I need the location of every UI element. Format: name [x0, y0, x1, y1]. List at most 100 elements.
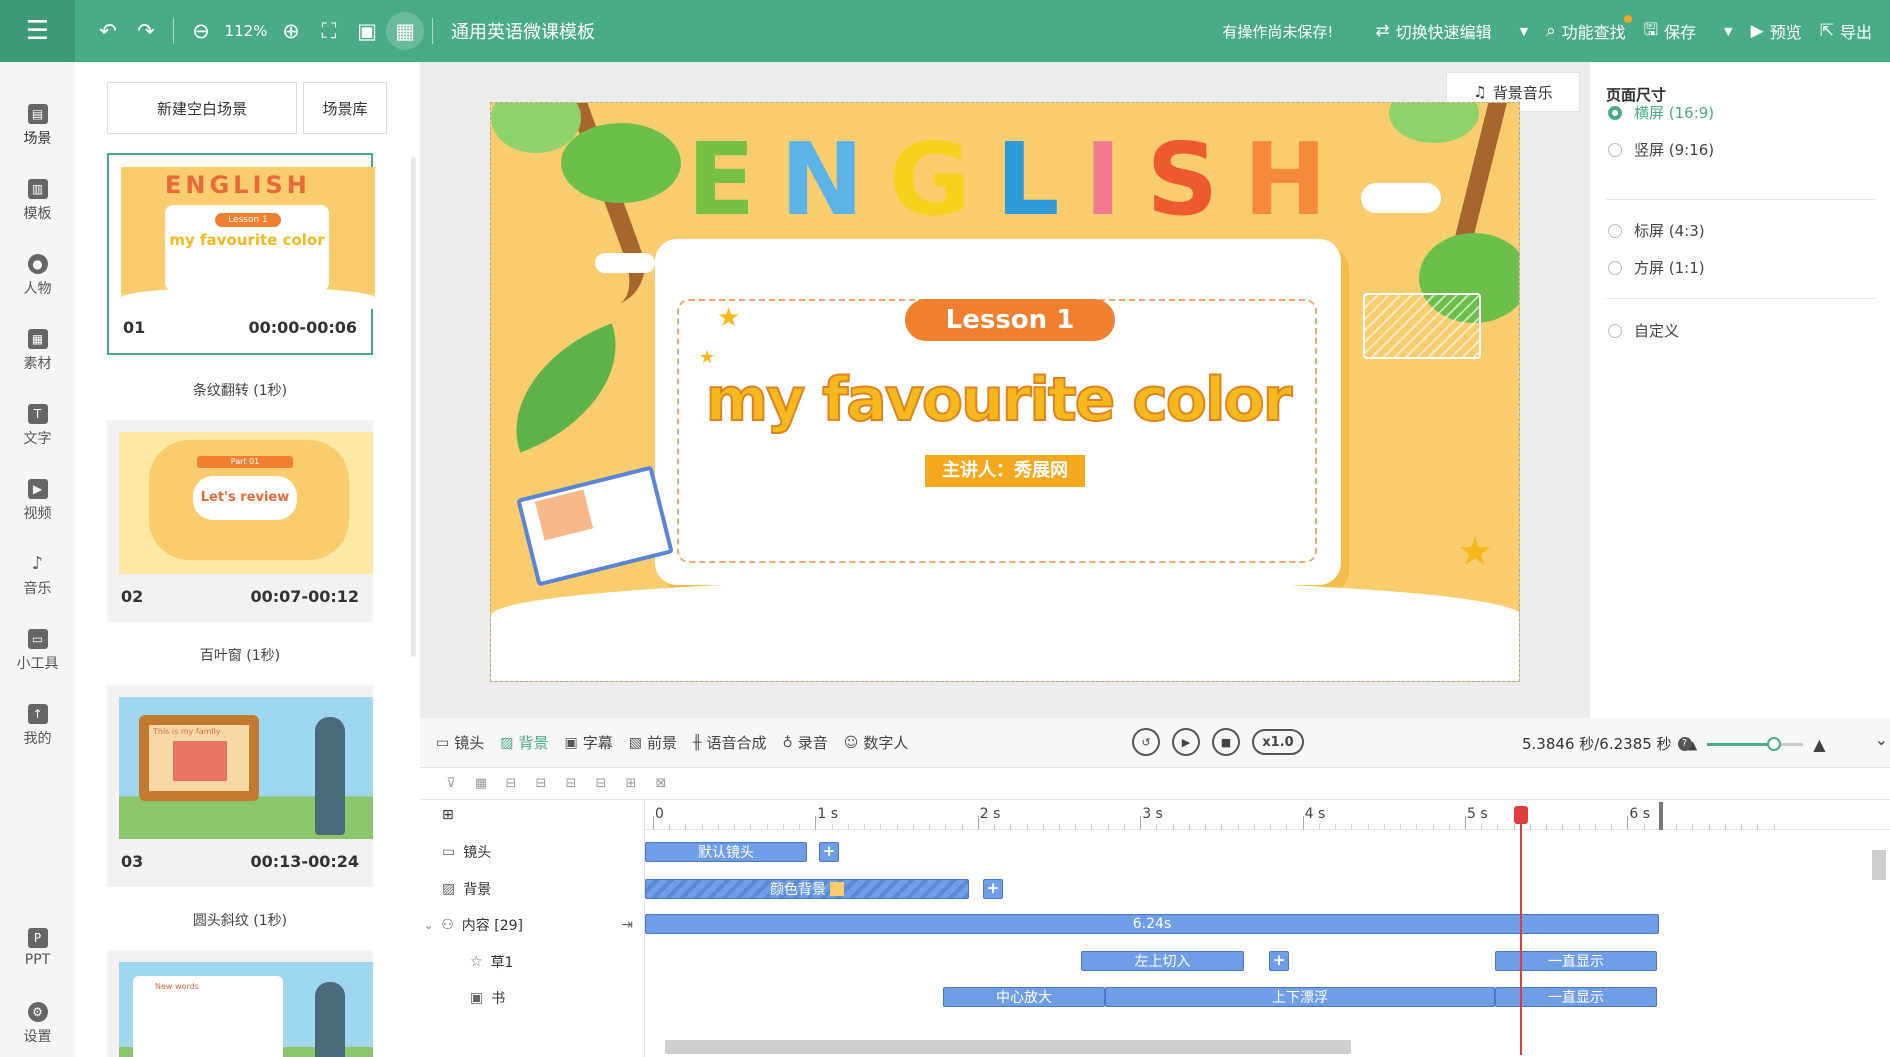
quick-edit-button[interactable]: ⇄ 切换快速编辑 — [1375, 19, 1491, 43]
timeline-horizontal-scrollbar[interactable] — [665, 1040, 1351, 1054]
tab-camera[interactable]: ▭ 镜头 — [436, 732, 484, 753]
size-option-1-1[interactable]: 方屏 (1:1) — [1608, 257, 1705, 278]
clip-grass-cut-in[interactable]: 左上切入 — [1081, 951, 1244, 971]
playhead-handle[interactable] — [1514, 806, 1528, 824]
zoom-large-icon[interactable]: ▲ — [1813, 735, 1825, 754]
radio[interactable] — [1608, 142, 1622, 157]
exit-group-icon[interactable]: ⇥ — [621, 917, 633, 933]
speed-button[interactable]: x1.0 — [1252, 729, 1304, 755]
radio-selected[interactable] — [1608, 105, 1622, 120]
tab-digital-human[interactable]: ☺ 数字人 — [844, 732, 909, 753]
radio[interactable] — [1608, 260, 1622, 275]
size-option-16-9[interactable]: 横屏 (16:9) — [1608, 102, 1714, 123]
redo-icon[interactable]: ↷ — [127, 12, 165, 50]
export-button[interactable]: ⇱ 导出 — [1820, 19, 1872, 43]
zoom-small-icon[interactable]: ▲ — [1688, 738, 1697, 752]
tab-background[interactable]: ▨ 背景 — [500, 732, 548, 753]
actual-size-icon[interactable]: ▣ — [348, 12, 386, 50]
add-background-clip-button[interactable]: + — [983, 879, 1003, 899]
nav-scene[interactable]: ▤ 场景 — [0, 104, 75, 148]
tab-foreground[interactable]: ▧ 前景 — [629, 732, 677, 753]
align-center-icon[interactable]: ⊟ — [562, 776, 580, 791]
undo-icon[interactable]: ↶ — [89, 12, 127, 50]
fit-screen-icon[interactable]: ⛶ — [310, 12, 348, 50]
tab-tts[interactable]: ╫ 语音合成 — [693, 732, 766, 753]
nav-music[interactable]: ♪ 音乐 — [0, 554, 75, 598]
align-left-icon[interactable]: ⊟ — [502, 776, 520, 791]
chevron-down-icon[interactable]: ▼ — [1520, 25, 1528, 38]
time-ruler[interactable]: 0 1 s 2 s 3 s 4 s 5 s 6 s — [645, 800, 1890, 830]
nav-settings[interactable]: ⚙ 设置 — [0, 1002, 75, 1046]
radio[interactable] — [1608, 323, 1622, 338]
scene-scrollbar[interactable] — [411, 157, 416, 657]
nav-text[interactable]: T 文字 — [0, 404, 75, 448]
tab-label: 背景 — [518, 734, 549, 752]
nav-material[interactable]: ▦ 素材 — [0, 329, 75, 373]
clip-content-group[interactable]: 6.24s — [645, 914, 1659, 934]
nav-template[interactable]: ▥ 模板 — [0, 179, 75, 223]
stage[interactable]: E N G L I S H Lesson 1 my favourite colo… — [490, 102, 1520, 682]
hamburger-menu-icon[interactable]: ☰ — [0, 0, 75, 62]
ruler-minor-tick — [685, 824, 687, 830]
nav-mine[interactable]: ↑ 我的 — [0, 704, 75, 748]
playback-controls: ↺ ▶ ■ x1.0 — [1132, 728, 1304, 756]
save-button[interactable]: 🖫 保存 — [1644, 17, 1697, 46]
new-blank-scene-button[interactable]: 新建空白场景 — [107, 82, 297, 134]
nav-video[interactable]: ▶ 视频 — [0, 479, 75, 523]
preview-button[interactable]: ▶ 预览 — [1751, 19, 1802, 43]
distribute-icon[interactable]: ⊟ — [592, 776, 610, 791]
tab-record[interactable]: ♁ 录音 — [782, 732, 827, 753]
timeline-end-marker[interactable] — [1659, 802, 1663, 830]
scene-library-button[interactable]: 场景库 — [303, 82, 387, 134]
add-grass-clip-button[interactable]: + — [1269, 951, 1289, 971]
clip-book-zoom[interactable]: 中心放大 — [943, 987, 1105, 1007]
size-option-4-3[interactable]: 标屏 (4:3) — [1608, 220, 1705, 241]
clip-camera-default[interactable]: 默认镜头 — [645, 842, 807, 862]
collapse-timeline-icon[interactable]: ⌄ — [1875, 730, 1888, 749]
size-option-custom[interactable]: 自定义 — [1608, 320, 1679, 341]
feature-search-button[interactable]: ⌕ 功能查找 — [1546, 15, 1632, 43]
play-icon[interactable]: ▶ — [1172, 728, 1200, 756]
scene-card-04[interactable]: New words — [107, 950, 373, 1057]
zoom-slider-knob[interactable] — [1767, 737, 1782, 751]
tab-subtitle[interactable]: ▣ 字幕 — [565, 732, 613, 753]
nav-ppt[interactable]: P PPT — [0, 928, 75, 968]
group-icon[interactable]: ▦ — [472, 776, 490, 791]
chevron-down-icon[interactable]: ⌄ — [424, 919, 433, 932]
chevron-down-icon[interactable]: ▼ — [1724, 25, 1732, 38]
project-title[interactable]: 通用英语微课模板 — [451, 18, 595, 44]
scene-icon: ▤ — [27, 104, 48, 124]
size-option-9-16[interactable]: 竖屏 (9:16) — [1608, 139, 1714, 160]
filter-icon[interactable]: ⊽ — [442, 776, 460, 791]
timeline-vertical-scrollbar[interactable] — [1872, 850, 1886, 880]
thumb-subtitle: my favourite color — [169, 231, 325, 249]
clip-color-background[interactable]: 颜色背景 — [645, 879, 969, 899]
stop-icon[interactable]: ■ — [1212, 728, 1240, 756]
music-icon: ♪ — [31, 553, 44, 574]
copy-icon[interactable]: ⊞ — [622, 776, 640, 791]
add-camera-clip-button[interactable]: + — [819, 842, 839, 862]
transition-label[interactable]: 圆头斜纹 (1秒) — [107, 910, 373, 930]
scene-time: 00:07-00:12 — [250, 587, 360, 606]
radio[interactable] — [1608, 223, 1622, 238]
nav-person[interactable]: ● 人物 — [0, 254, 75, 298]
scene-card-03[interactable]: This is my family 03 00:13-00:24 — [107, 685, 373, 887]
scene-card-02[interactable]: Part 01 Let's review 02 00:07-00:12 — [107, 420, 373, 622]
zoom-out-icon[interactable]: ⊖ — [182, 12, 220, 50]
scene-time: 00:00-00:06 — [248, 318, 358, 337]
transition-label[interactable]: 条纹翻转 (1秒) — [107, 380, 373, 400]
nav-toolbox[interactable]: ▭ 小工具 — [0, 629, 75, 673]
transition-label[interactable]: 百叶窗 (1秒) — [107, 645, 373, 665]
ruler-tick-label: 3 s — [1142, 806, 1163, 822]
zoom-slider[interactable] — [1707, 737, 1804, 751]
ruler-tick-label: 1 s — [817, 806, 839, 822]
track-list-icon[interactable]: ⊞ — [420, 800, 645, 830]
clip-book-float[interactable]: 上下漂浮 — [1105, 987, 1495, 1007]
zoom-in-icon[interactable]: ⊕ — [272, 12, 310, 50]
link-icon[interactable]: ⊠ — [652, 776, 670, 791]
replay-icon[interactable]: ↺ — [1132, 728, 1160, 756]
grid-view-icon[interactable]: ▦ — [386, 12, 424, 50]
scene-card-01[interactable]: ENGLISH Lesson 1 my favourite color 01 0… — [107, 153, 375, 355]
align-right-icon[interactable]: ⊟ — [532, 776, 550, 791]
track-book[interactable]: ▣ 书 — [420, 976, 645, 1020]
